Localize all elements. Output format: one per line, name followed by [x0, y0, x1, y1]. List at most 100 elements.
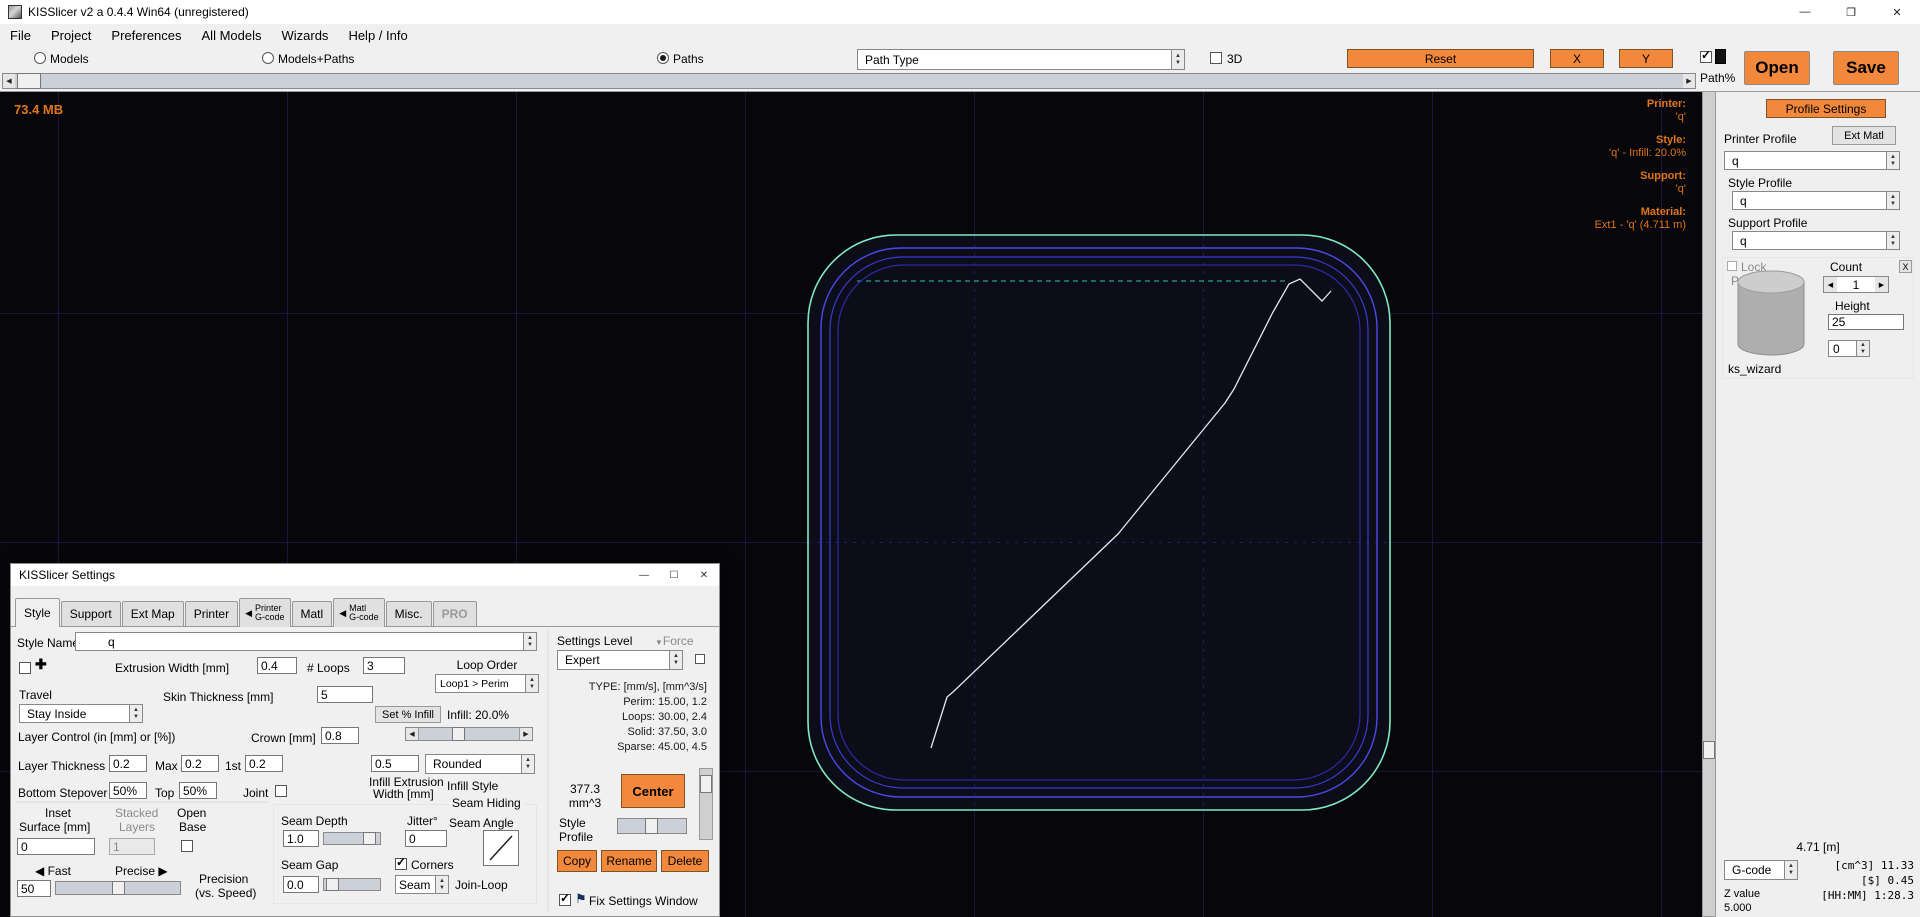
spinner-arrows-icon[interactable]: ▲▼ [435, 876, 448, 893]
path-type-select[interactable]: Path Type ▲▼ [857, 49, 1185, 70]
restore-icon[interactable]: ❐ [1828, 0, 1874, 24]
reset-button[interactable]: Reset [1347, 49, 1534, 68]
radio-paths[interactable] [657, 52, 669, 64]
menu-all-models[interactable]: All Models [192, 28, 272, 43]
support-profile-select[interactable]: q ▲▼ [1732, 231, 1900, 250]
infill-slider[interactable]: ◀ ▶ [405, 727, 533, 741]
printer-profile-select[interactable]: q ▲▼ [1724, 151, 1900, 170]
remove-model-button[interactable]: X [1899, 260, 1912, 273]
tab-misc[interactable]: Misc. [386, 601, 432, 626]
profile-settings-button[interactable]: Profile Settings [1766, 99, 1886, 118]
tab-pro[interactable]: PRO [433, 601, 477, 626]
add-style-icon[interactable]: ✚ [35, 656, 47, 673]
slider-right-arrow-icon[interactable]: ▶ [1683, 74, 1695, 88]
max-thickness-field[interactable] [181, 755, 219, 772]
spinner-arrows-icon[interactable]: ▲▼ [521, 755, 534, 773]
minimize-icon[interactable]: — [1782, 0, 1828, 24]
spinner-arrows-icon[interactable]: ▲▼ [1784, 861, 1797, 879]
tab-matl[interactable]: Matl [292, 601, 333, 626]
fix-settings-checkbox[interactable]: ✓ [559, 894, 571, 906]
corners-checkbox[interactable]: ✓ [395, 858, 407, 870]
spinner-arrows-icon[interactable]: ▲▼ [525, 675, 538, 692]
bottom-stepover-field[interactable] [109, 782, 147, 799]
style-name-select[interactable]: q ▲▼ [75, 632, 537, 651]
inset-surface-field[interactable] [17, 838, 95, 855]
x-axis-button[interactable]: X [1550, 49, 1604, 68]
settings-maximize-icon[interactable]: ☐ [659, 564, 689, 586]
seam-mode-select[interactable]: Seam ▲▼ [395, 875, 449, 894]
style-profile-select[interactable]: q ▲▼ [1732, 191, 1900, 210]
save-button[interactable]: Save [1833, 51, 1899, 85]
seam-angle-button[interactable] [483, 830, 519, 866]
seam-depth-thumb[interactable] [363, 832, 376, 845]
menu-file[interactable]: File [0, 28, 41, 43]
slider-left-arrow-icon[interactable]: ◀ [406, 728, 418, 740]
path-percent-slider[interactable]: ◀ ▶ [2, 73, 1696, 89]
menu-wizards[interactable]: Wizards [271, 28, 338, 43]
spinner-arrows-icon[interactable]: ▲▼ [129, 705, 142, 722]
radio-models[interactable] [34, 52, 46, 64]
center-button[interactable]: Center [621, 774, 685, 808]
open-base-checkbox[interactable] [181, 840, 193, 852]
viewport-scrollbar-thumb[interactable] [1703, 741, 1715, 759]
menu-preferences[interactable]: Preferences [101, 28, 191, 43]
skin-thickness-field[interactable] [317, 686, 373, 703]
open-button[interactable]: Open [1744, 51, 1810, 85]
z-offset-spinner[interactable]: 0 ▲▼ [1828, 340, 1870, 357]
infill-extrusion-width-field[interactable] [371, 755, 419, 772]
tab-support[interactable]: Support [61, 601, 121, 626]
viewport-scrollbar[interactable] [1702, 90, 1716, 917]
count-increment-icon[interactable]: ▶ [1875, 277, 1888, 292]
first-layer-field[interactable] [245, 755, 283, 772]
style-option-checkbox[interactable] [19, 662, 31, 674]
tab-ext-map[interactable]: Ext Map [122, 601, 184, 626]
menu-project[interactable]: Project [41, 28, 101, 43]
seam-depth-field[interactable] [283, 830, 319, 847]
settings-window[interactable]: KISSlicer Settings — ☐ ✕ Style Support E… [10, 563, 720, 917]
spinner-arrows-icon[interactable]: ▲▼ [669, 651, 682, 669]
settings-level-select[interactable]: Expert ▲▼ [557, 650, 683, 670]
settings-titlebar[interactable]: KISSlicer Settings — ☐ ✕ [11, 564, 719, 586]
style-profile-thumb[interactable] [645, 818, 658, 834]
radio-models-paths[interactable] [262, 52, 274, 64]
jitter-field[interactable] [405, 830, 447, 847]
height-field[interactable] [1828, 314, 1904, 330]
tab-printer[interactable]: Printer [185, 601, 238, 626]
num-loops-field[interactable] [363, 657, 405, 674]
spinner-arrows-icon[interactable]: ▲▼ [1886, 152, 1899, 169]
settings-minimize-icon[interactable]: — [629, 564, 659, 586]
crown-field[interactable] [321, 727, 359, 744]
slider-thumb[interactable] [17, 73, 41, 89]
count-spinner[interactable]: ◀ 1 ▶ [1823, 276, 1889, 293]
spinner-arrows-icon[interactable]: ▲▼ [523, 633, 536, 650]
seam-depth-slider[interactable] [323, 832, 381, 845]
seam-gap-thumb[interactable] [326, 878, 339, 891]
menu-help-info[interactable]: Help / Info [338, 28, 417, 43]
precision-thumb[interactable] [112, 881, 125, 895]
spinner-arrows-icon[interactable]: ▲▼ [1171, 50, 1184, 69]
layer-thickness-field[interactable] [109, 755, 147, 772]
travel-select[interactable]: Stay Inside ▲▼ [19, 704, 143, 723]
panel-scrollbar-thumb[interactable] [700, 775, 712, 793]
loop-order-select[interactable]: Loop1 > Perim ▲▼ [435, 674, 539, 693]
tab-printer-gcode[interactable]: ◀ PrinterG-code [239, 598, 290, 627]
path-color-swatch-icon[interactable] [1715, 49, 1726, 64]
top-stepover-field[interactable] [179, 782, 217, 799]
seam-gap-slider[interactable] [323, 878, 381, 891]
ext-matl-button[interactable]: Ext Matl [1832, 126, 1896, 145]
settings-level-checkbox[interactable] [695, 654, 705, 664]
spinner-arrows-icon[interactable]: ▲▼ [1886, 192, 1899, 209]
joint-checkbox[interactable] [275, 785, 287, 797]
copy-button[interactable]: Copy [557, 850, 597, 872]
set-infill-button[interactable]: Set % Infill [375, 706, 441, 723]
infill-slider-thumb[interactable] [452, 727, 465, 741]
rename-button[interactable]: Rename [601, 850, 657, 872]
threed-checkbox[interactable] [1210, 52, 1222, 64]
delete-button[interactable]: Delete [661, 850, 709, 872]
model-thumbnail[interactable] [1730, 268, 1812, 362]
tab-style[interactable]: Style [15, 598, 60, 627]
slider-left-arrow-icon[interactable]: ◀ [3, 74, 15, 88]
spinner-arrows-icon[interactable]: ▲▼ [1856, 341, 1869, 356]
style-profile-slider[interactable] [617, 818, 687, 834]
infill-style-select[interactable]: Rounded ▲▼ [425, 754, 535, 774]
